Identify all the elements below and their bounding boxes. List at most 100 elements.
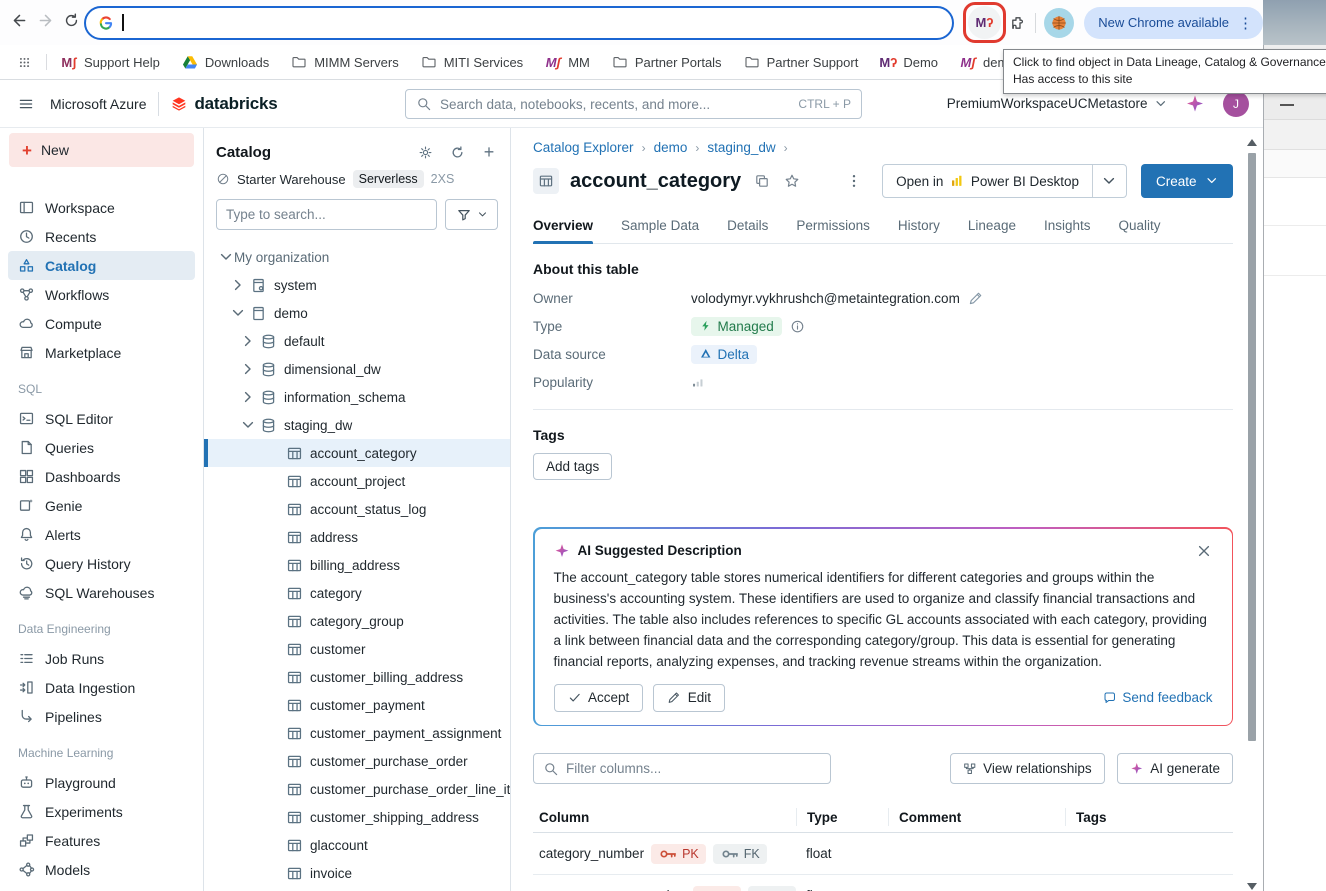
hamburger-menu-icon[interactable] xyxy=(14,92,38,116)
catalog-filter-button[interactable] xyxy=(445,199,498,230)
sidebar-item-sql-editor[interactable]: SQL Editor xyxy=(8,404,195,433)
tree-item-default[interactable]: default xyxy=(204,327,510,355)
tree-item-address[interactable]: address xyxy=(204,523,510,551)
tab-history[interactable]: History xyxy=(898,218,940,243)
tree-item-customer-billing-address[interactable]: customer_billing_address xyxy=(204,663,510,691)
breadcrumb-staging-dw[interactable]: staging_dw xyxy=(707,140,775,155)
tree-item-staging-dw[interactable]: staging_dw xyxy=(204,411,510,439)
sidebar-item-query-history[interactable]: Query History xyxy=(8,549,195,578)
chevron-right-icon[interactable] xyxy=(240,333,256,349)
tree-item-glaccount[interactable]: glaccount xyxy=(204,831,510,859)
catalog-add-icon[interactable]: + xyxy=(480,143,498,161)
bookmark-mimm-servers[interactable]: MIMM Servers xyxy=(291,54,399,70)
edit-owner-pencil-icon[interactable] xyxy=(968,291,983,306)
scrollbar-thumb[interactable] xyxy=(1248,153,1256,741)
tab-details[interactable]: Details xyxy=(727,218,768,243)
catalog-settings-gear-icon[interactable] xyxy=(416,143,434,161)
chevron-right-icon[interactable] xyxy=(240,389,256,405)
tree-item-system[interactable]: system xyxy=(204,271,510,299)
table-actions-kebab-icon[interactable] xyxy=(844,168,864,194)
metaintegration-extension-icon[interactable]: Mʔ xyxy=(968,6,1001,39)
tree-item-customer-shipping-address[interactable]: customer_shipping_address xyxy=(204,803,510,831)
tree-item-customer-payment-assignment[interactable]: customer_payment_assignment xyxy=(204,719,510,747)
sidebar-item-dashboards[interactable]: Dashboards xyxy=(8,462,195,491)
user-avatar[interactable]: J xyxy=(1223,91,1249,117)
tree-item-account-category[interactable]: account_category xyxy=(204,439,510,467)
sidebar-item-sql-warehouses[interactable]: SQL Warehouses xyxy=(8,578,195,607)
tree-item-account-status-log[interactable]: account_status_log xyxy=(204,495,510,523)
breadcrumb-demo[interactable]: demo xyxy=(654,140,688,155)
tree-item-category[interactable]: category xyxy=(204,579,510,607)
sidebar-item-workspace[interactable]: Workspace xyxy=(8,193,195,222)
tree-item-category-group[interactable]: category_group xyxy=(204,607,510,635)
tree-item-customer-purchase-order[interactable]: customer_purchase_order xyxy=(204,747,510,775)
workspace-selector[interactable]: PremiumWorkspaceUCMetastore xyxy=(947,96,1167,111)
tab-sample-data[interactable]: Sample Data xyxy=(621,218,699,243)
extensions-button[interactable] xyxy=(1010,9,1027,37)
apps-grid-icon[interactable] xyxy=(14,52,34,72)
chevron-right-icon[interactable] xyxy=(240,361,256,377)
sidebar-item-playground[interactable]: Playground xyxy=(8,768,195,797)
bookmark-partner-portals[interactable]: Partner Portals xyxy=(612,54,722,70)
sidebar-item-marketplace[interactable]: Marketplace xyxy=(8,338,195,367)
back-button[interactable] xyxy=(6,9,32,37)
bookmark-support-help[interactable]: Mʃ Support Help xyxy=(61,54,160,70)
tree-item-customer[interactable]: customer xyxy=(204,635,510,663)
catalog-search-box[interactable] xyxy=(216,199,437,230)
sidebar-item-experiments[interactable]: Experiments xyxy=(8,797,195,826)
sidebar-item-queries[interactable]: Queries xyxy=(8,433,195,462)
tree-item-invoice[interactable]: invoice xyxy=(204,859,510,887)
send-feedback-link[interactable]: Send feedback xyxy=(1103,690,1213,705)
new-chrome-available-button[interactable]: New Chrome available ⋮ xyxy=(1084,7,1263,39)
column-row-category-number[interactable]: category_numberPKFK float xyxy=(533,833,1233,875)
bookmark-demo[interactable]: Mʔ Demo xyxy=(880,54,938,70)
sidebar-item-genie[interactable]: Genie xyxy=(8,491,195,520)
sidebar-item-workflows[interactable]: Workflows xyxy=(8,280,195,309)
tab-quality[interactable]: Quality xyxy=(1119,218,1161,243)
databricks-logo[interactable]: databricks xyxy=(171,94,277,114)
accept-button[interactable]: Accept xyxy=(554,684,644,712)
chevron-down-icon[interactable] xyxy=(230,305,246,321)
tree-item-billing-address[interactable]: billing_address xyxy=(204,551,510,579)
tree-item-account-project[interactable]: account_project xyxy=(204,467,510,495)
close-icon[interactable] xyxy=(1195,542,1213,560)
sidebar-item-alerts[interactable]: Alerts xyxy=(8,520,195,549)
address-bar[interactable] xyxy=(84,6,954,40)
sidebar-item-job-runs[interactable]: Job Runs xyxy=(8,644,195,673)
browser-menu-kebab-icon[interactable]: ⋮ xyxy=(1238,14,1253,32)
sidebar-item-pipelines[interactable]: Pipelines xyxy=(8,702,195,731)
favorite-star-icon[interactable] xyxy=(783,172,801,190)
tab-insights[interactable]: Insights xyxy=(1044,218,1091,243)
column-row-category-group-number[interactable]: category_group_numberPKFK float xyxy=(533,875,1233,891)
tab-overview[interactable]: Overview xyxy=(533,218,593,243)
tree-item-my-organization[interactable]: My organization xyxy=(204,243,510,271)
scroll-down-arrow[interactable] xyxy=(1247,883,1257,890)
warehouse-row[interactable]: Starter Warehouse Serverless 2XS xyxy=(204,166,510,192)
global-search-input[interactable] xyxy=(440,97,790,112)
bookmark-downloads[interactable]: Downloads xyxy=(182,54,269,70)
catalog-search-input[interactable] xyxy=(226,207,427,222)
info-icon[interactable] xyxy=(790,319,805,334)
filter-columns-box[interactable] xyxy=(533,753,831,784)
view-relationships-button[interactable]: View relationships xyxy=(950,753,1105,784)
open-in-powerbi-button[interactable]: Open in Power BI Desktop xyxy=(883,165,1092,197)
chevron-down-icon[interactable] xyxy=(218,249,234,265)
sidebar-item-compute[interactable]: Compute xyxy=(8,309,195,338)
sidebar-item-models[interactable]: Models xyxy=(8,855,195,884)
tab-permissions[interactable]: Permissions xyxy=(796,218,870,243)
create-button[interactable]: Create xyxy=(1141,164,1233,198)
global-search[interactable]: CTRL + P xyxy=(405,89,862,119)
chevron-down-icon[interactable] xyxy=(240,417,256,433)
ai-generate-button[interactable]: AI generate xyxy=(1117,753,1233,784)
tab-lineage[interactable]: Lineage xyxy=(968,218,1016,243)
new-button[interactable]: + New xyxy=(9,133,194,167)
scroll-up-arrow[interactable] xyxy=(1247,139,1257,146)
bookmark-mm[interactable]: Mʃ MM xyxy=(545,54,590,70)
page-scrollbar[interactable] xyxy=(1246,137,1258,890)
sidebar-item-features[interactable]: Features xyxy=(8,826,195,855)
sidebar-item-recents[interactable]: Recents xyxy=(8,222,195,251)
forward-button[interactable] xyxy=(32,9,58,37)
browser-profile-avatar[interactable] xyxy=(1044,8,1074,38)
tree-item-invoice-associationto-purchase-order[interactable]: invoice_associationto_purchase_order xyxy=(204,887,510,891)
tree-item-dimensional-dw[interactable]: dimensional_dw xyxy=(204,355,510,383)
